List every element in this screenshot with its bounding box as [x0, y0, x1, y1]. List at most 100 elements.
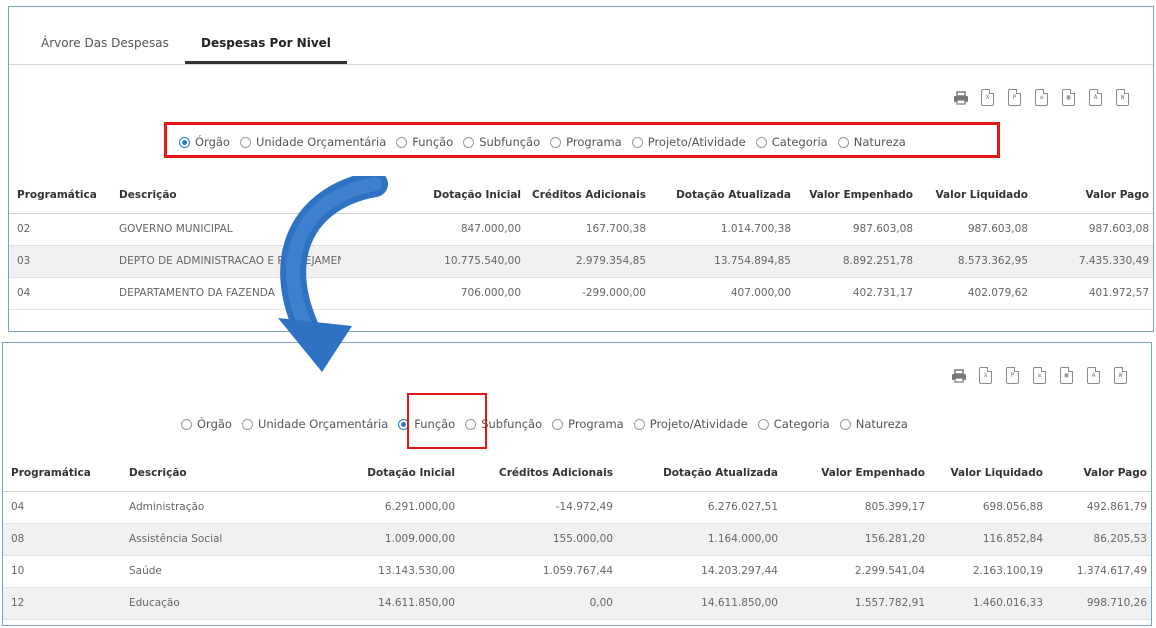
column-header-valor-pago[interactable]: Valor Pago [1028, 177, 1153, 214]
cell-dotacao-inicial: 1.009.000,00 [293, 523, 455, 556]
table-row[interactable]: 10 Saúde 13.143.530,00 1.059.767,44 14.203.2… [3, 555, 1151, 588]
column-header-dotacao-inicial[interactable]: Dotação Inicial [293, 455, 455, 492]
txt-icon[interactable]: ≡ [1030, 365, 1049, 386]
radio-button[interactable] [839, 418, 851, 430]
highlight-box [407, 393, 487, 449]
cell-creditos-adicionais: 1.059.767,44 [455, 555, 613, 588]
column-header-programatica[interactable]: Programática [9, 177, 111, 214]
cell-valor-empenhado: 805.399,17 [778, 491, 925, 524]
radio-natureza[interactable]: Natureza [839, 417, 908, 431]
cell-creditos-adicionais: 155.000,00 [455, 523, 613, 556]
cell-dotacao-inicial: 14.611.850,00 [293, 587, 455, 620]
txt-icon[interactable]: ≡ [1032, 87, 1051, 108]
column-header-valor-empenhado[interactable]: Valor Empenhado [778, 455, 925, 492]
tab-despesas-por-nivel[interactable]: Despesas Por Nivel [185, 36, 347, 64]
column-header-dotacao-atualizada[interactable]: Dotação Atualizada [646, 177, 791, 214]
cell-creditos-adicionais: -14.972,49 [455, 491, 613, 524]
xml-icon[interactable]: A [1086, 87, 1105, 108]
cell-creditos-adicionais: 167.700,38 [521, 213, 646, 246]
cell-valor-liquidado: 698.056,88 [925, 491, 1043, 524]
column-header-descricao[interactable]: Descrição [121, 455, 293, 492]
transition-arrow-icon [278, 176, 388, 372]
cell-valor-empenhado: 402.731,17 [791, 277, 913, 310]
radio-programa[interactable]: Programa [552, 417, 624, 431]
column-header-creditos-adicionais[interactable]: Créditos Adicionais [521, 177, 646, 214]
bottom-panel: X P ≡ ▦ A W Órgão Unidade Orçamentária Função Su… [2, 342, 1152, 626]
cell-valor-pago: 7.435.330,49 [1028, 245, 1153, 278]
radio-label: Categoria [773, 417, 830, 431]
cell-valor-empenhado: 1.557.782,91 [778, 587, 925, 620]
cell-dotacao-inicial: 13.143.530,00 [293, 555, 455, 588]
expenses-table: Programática Descrição Dotação Inicial Créd… [3, 455, 1151, 620]
table-row[interactable]: 12 Educação 14.611.850,00 0,00 14.611.850,00… [3, 587, 1151, 620]
cell-valor-liquidado: 987.603,08 [913, 213, 1028, 246]
radio-button[interactable] [757, 418, 769, 430]
cell-dotacao-atualizada: 6.276.027,51 [613, 491, 778, 524]
radio-orgao[interactable]: Órgão [181, 417, 232, 431]
cell-valor-empenhado: 987.603,08 [791, 213, 913, 246]
radio-button[interactable] [633, 418, 645, 430]
cell-valor-liquidado: 116.852,84 [925, 523, 1043, 556]
radio-unidade-orcamentaria[interactable]: Unidade Orçamentária [241, 417, 389, 431]
pdf-icon[interactable]: P [1003, 365, 1022, 386]
cell-programatica: 02 [9, 213, 111, 246]
printer-icon[interactable] [951, 87, 970, 108]
column-header-valor-liquidado[interactable]: Valor Liquidado [925, 455, 1043, 492]
cell-dotacao-atualizada: 14.611.850,00 [613, 587, 778, 620]
tab-arvore-das-despesas[interactable]: Árvore Das Despesas [41, 36, 169, 62]
table-row[interactable]: 08 Assistência Social 1.009.000,00 155.000,… [3, 523, 1151, 556]
table-row[interactable]: 04 DEPARTAMENTO DA FAZENDA 706.000,00 -299.… [9, 277, 1153, 310]
table-row[interactable]: 04 Administração 6.291.000,00 -14.972,49 6.2… [3, 491, 1151, 524]
cell-dotacao-atualizada: 407.000,00 [646, 277, 791, 310]
radio-projeto-atividade[interactable]: Projeto/Atividade [633, 417, 748, 431]
printer-icon[interactable] [949, 365, 968, 386]
radio-button[interactable] [241, 418, 253, 430]
cell-valor-pago: 998.710,26 [1043, 587, 1151, 620]
cell-creditos-adicionais: -299.000,00 [521, 277, 646, 310]
column-header-creditos-adicionais[interactable]: Créditos Adicionais [455, 455, 613, 492]
cell-valor-liquidado: 8.573.362,95 [913, 245, 1028, 278]
doc-icon[interactable]: W [1113, 87, 1132, 108]
highlight-box [164, 122, 1000, 158]
doc-icon[interactable]: W [1111, 365, 1130, 386]
table-row[interactable]: 02 GOVERNO MUNICIPAL 847.000,00 167.700,38 1… [9, 213, 1153, 246]
cell-dotacao-atualizada: 14.203.297,44 [613, 555, 778, 588]
csv-icon[interactable]: ▦ [1057, 365, 1076, 386]
cell-descricao: Educação [121, 587, 293, 620]
radio-label: Subfunção [481, 417, 543, 431]
radio-label: Órgão [197, 417, 232, 431]
cell-valor-liquidado: 402.079,62 [913, 277, 1028, 310]
radio-button[interactable] [552, 418, 564, 430]
column-header-valor-liquidado[interactable]: Valor Liquidado [913, 177, 1028, 214]
cell-valor-pago: 987.603,08 [1028, 213, 1153, 246]
cell-dotacao-inicial: 6.291.000,00 [293, 491, 455, 524]
cell-programatica: 12 [3, 587, 121, 620]
column-header-programatica[interactable]: Programática [3, 455, 121, 492]
cell-descricao: Saúde [121, 555, 293, 588]
cell-valor-liquidado: 1.460.016,33 [925, 587, 1043, 620]
cell-valor-pago: 401.972,57 [1028, 277, 1153, 310]
table-row[interactable]: 03 DEPTO DE ADMINISTRACAO E PLANEJAMENTO 1… [9, 245, 1153, 278]
xls-icon[interactable]: X [978, 87, 997, 108]
column-header-dotacao-atualizada[interactable]: Dotação Atualizada [613, 455, 778, 492]
cell-programatica: 04 [9, 277, 111, 310]
cell-valor-empenhado: 8.892.251,78 [791, 245, 913, 278]
column-header-valor-empenhado[interactable]: Valor Empenhado [791, 177, 913, 214]
radio-label: Projeto/Atividade [649, 417, 748, 431]
radio-categoria[interactable]: Categoria [757, 417, 830, 431]
cell-valor-pago: 86.205,53 [1043, 523, 1151, 556]
radio-button[interactable] [181, 418, 192, 430]
radio-label: Unidade Orçamentária [257, 417, 389, 431]
pdf-icon[interactable]: P [1005, 87, 1024, 108]
cell-valor-pago: 1.374.617,49 [1043, 555, 1151, 588]
column-header-valor-pago[interactable]: Valor Pago [1043, 455, 1151, 492]
radio-label: Programa [568, 417, 624, 431]
cell-dotacao-atualizada: 1.014.700,38 [646, 213, 791, 246]
export-toolbar: X P ≡ ▦ A W [943, 87, 1132, 108]
expenses-table: Programática Descrição Dotação Inicial Créd… [9, 177, 1153, 310]
xml-icon[interactable]: A [1084, 365, 1103, 386]
cell-valor-empenhado: 2.299.541,04 [778, 555, 925, 588]
csv-icon[interactable]: ▦ [1059, 87, 1078, 108]
cell-dotacao-atualizada: 13.754.894,85 [646, 245, 791, 278]
xls-icon[interactable]: X [976, 365, 995, 386]
